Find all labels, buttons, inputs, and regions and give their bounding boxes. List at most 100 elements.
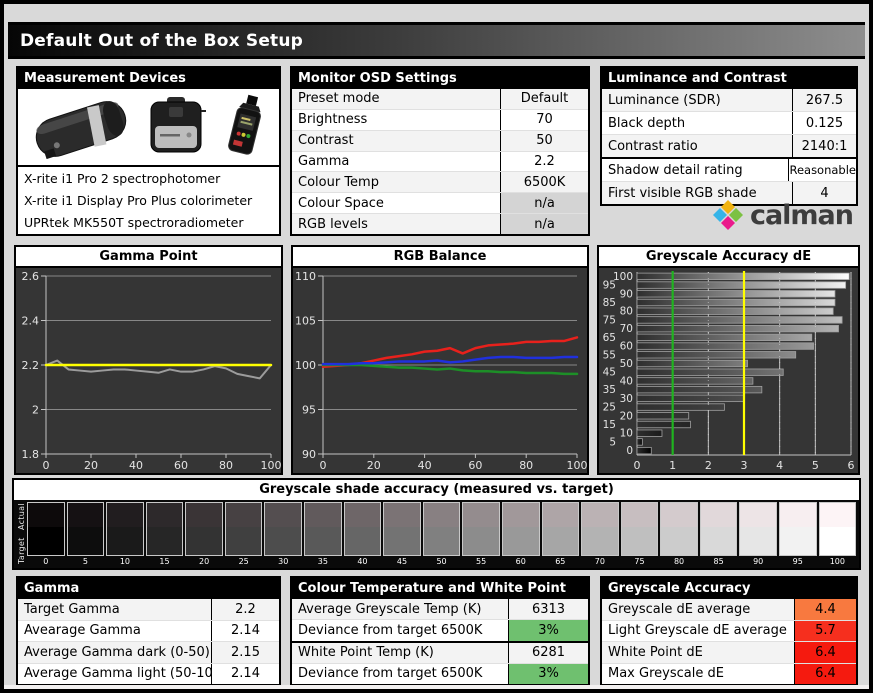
row-value: 2.15 (211, 642, 279, 663)
swatch-actual (107, 503, 143, 527)
swatch-box (66, 502, 105, 556)
greyscale-swatch: 45 (383, 502, 421, 568)
row-label: Target Gamma (24, 601, 120, 617)
table-row: White Point Temp (K) 6281 (292, 640, 588, 663)
swatch-target (819, 526, 856, 555)
swatch-box (264, 502, 303, 556)
osd-settings-table: Preset mode Default Brightness 70 Contrast 50… (292, 89, 588, 235)
swatch-level-label: 20 (199, 557, 210, 566)
svg-text:105: 105 (295, 315, 316, 328)
row-value: Reasonable (788, 159, 856, 181)
report-title-bar: Default Out of the Box Setup (8, 22, 865, 59)
panel-header: Monitor OSD Settings (292, 68, 588, 89)
swatch-level-label: 50 (436, 557, 447, 566)
row-value: 3% (508, 663, 588, 684)
swatch-level-label: 95 (792, 557, 803, 566)
table-row: Colour Space n/a (292, 192, 588, 214)
gamma-summary-table: Target Gamma 2.2 Avearage Gamma 2.14 Average… (18, 599, 279, 684)
row-label: RGB levels (298, 216, 368, 232)
swatch-level-label: 30 (278, 557, 289, 566)
swatch-box (699, 502, 738, 556)
table-row: Gamma 2.2 (292, 150, 588, 172)
monitor-osd-settings-panel: Monitor OSD Settings Preset mode Default B… (290, 66, 590, 236)
swatch-actual (661, 503, 697, 527)
table-row: Light Greyscale dE average 5.7 (602, 619, 856, 641)
luminance-contrast-panel: Luminance and Contrast Luminance (SDR) 26… (600, 66, 858, 206)
svg-text:70: 70 (620, 323, 633, 335)
greyscale-swatch: 75 (620, 502, 659, 568)
swatch-actual (740, 503, 776, 527)
svg-text:5: 5 (812, 459, 819, 472)
greyscale-swatch: 80 (660, 502, 698, 568)
svg-text:60: 60 (468, 459, 482, 472)
svg-text:80: 80 (519, 459, 533, 472)
greyscale-shade-accuracy-panel: Greyscale shade accuracy (measured vs. t… (12, 478, 861, 570)
greyscale-swatch: 70 (581, 502, 619, 568)
calman-report-page: Default Out of the Box Setup Measurement… (0, 0, 873, 693)
greyscale-swatch: 55 (462, 502, 500, 568)
greyscale-accuracy-table: Greyscale dE average 4.4 Light Greyscale d… (602, 599, 856, 684)
table-row: Deviance from target 6500K 3% (292, 619, 588, 641)
svg-text:80: 80 (620, 306, 633, 318)
actual-row-label: Actual (17, 503, 26, 530)
row-value: 267.5 (792, 89, 856, 111)
greyscale-swatch: 65 (541, 502, 580, 568)
swatch-actual (186, 503, 222, 527)
swatch-box (778, 502, 817, 556)
svg-text:2.6: 2.6 (22, 270, 40, 283)
swatch-level-label: 25 (238, 557, 249, 566)
greyscale-swatch: 30 (264, 502, 303, 568)
greyscale-swatch: 20 (185, 502, 223, 568)
swatch-target (700, 526, 737, 555)
row-label: White Point Temp (K) (298, 645, 434, 661)
row-label: Preset mode (298, 91, 380, 107)
greyscale-strip: Actual Target 0 5 10 15 20 25 30 35 40 45 50 55 60 65… (14, 500, 859, 568)
svg-text:2.4: 2.4 (22, 315, 40, 328)
row-label: Brightness (298, 112, 368, 128)
swatch-target (186, 526, 222, 555)
chart-title: RGB Balance (293, 247, 587, 268)
svg-text:0: 0 (626, 445, 633, 457)
svg-text:100: 100 (567, 459, 588, 472)
greyscale-swatch: 60 (501, 502, 540, 568)
row-value: 5.7 (794, 620, 856, 641)
swatch-level-label: 0 (43, 557, 49, 566)
swatch-box (462, 502, 500, 556)
swatch-actual (305, 503, 341, 527)
swatch-target (740, 526, 776, 555)
svg-text:110: 110 (295, 270, 316, 283)
swatch-level-label: 60 (515, 557, 526, 566)
swatch-actual (28, 503, 64, 527)
swatch-target (67, 526, 104, 555)
panel-header: Measurement Devices (18, 68, 279, 89)
swatch-level-label: 5 (82, 557, 88, 566)
row-label: White Point dE (608, 644, 703, 660)
svg-text:2: 2 (705, 459, 712, 472)
svg-text:5: 5 (609, 436, 616, 448)
swatch-box (145, 502, 184, 556)
table-row: Deviance from target 6500K 3% (292, 662, 588, 684)
svg-text:50: 50 (620, 358, 633, 370)
table-row: Average Gamma light (50-100) 2.14 (18, 662, 279, 684)
device-item: X-rite i1 Pro 2 spectrophotomer (24, 170, 221, 186)
table-row: Contrast ratio 2140:1 (602, 134, 856, 157)
row-value: 70 (500, 109, 588, 130)
swatch-box (541, 502, 580, 556)
row-value: 2140:1 (792, 135, 856, 157)
swatch-target (225, 526, 262, 555)
row-value: 3% (508, 620, 588, 641)
swatch-actual (463, 503, 499, 527)
svg-text:85: 85 (603, 297, 616, 309)
gamma-summary-panel: Gamma Target Gamma 2.2 Avearage Gamma 2.14 A… (16, 576, 281, 686)
colour-temperature-panel: Colour Temperature and White Point Avera… (290, 576, 590, 686)
table-row: Black depth 0.125 (602, 111, 856, 134)
row-label: Average Gamma light (50-100) (24, 666, 211, 682)
table-row: RGB levels n/a (292, 213, 588, 235)
swatch-box (620, 502, 659, 556)
greyscale-swatch: 85 (699, 502, 738, 568)
row-value: Default (500, 89, 588, 109)
svg-text:40: 40 (620, 375, 633, 387)
row-value: 4.4 (794, 599, 856, 620)
swatch-actual (621, 503, 658, 527)
swatch-actual (423, 503, 460, 527)
